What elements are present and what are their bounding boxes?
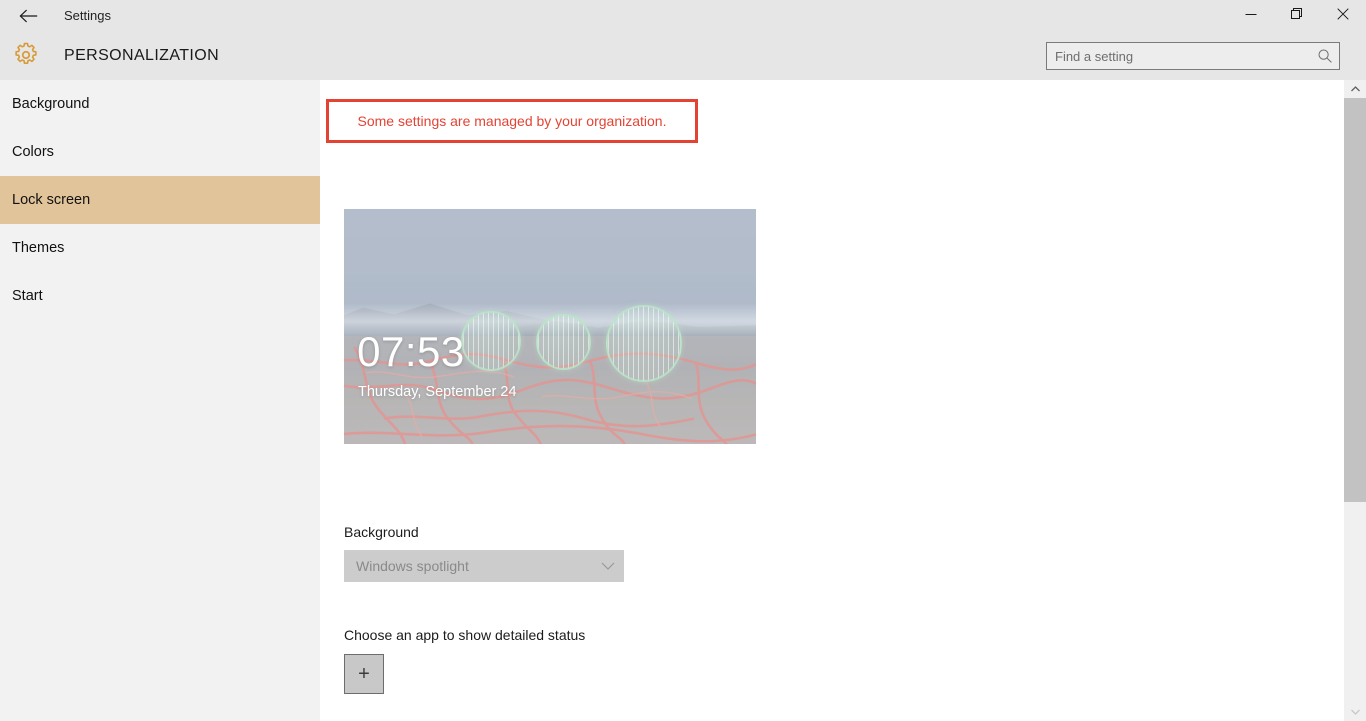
background-dropdown-value: Windows spotlight bbox=[356, 558, 469, 574]
background-field-label: Background bbox=[344, 524, 419, 540]
content-pane: Some settings are managed by your organi… bbox=[320, 80, 1344, 721]
sidebar-nav: Background Colors Lock screen Themes Sta… bbox=[0, 80, 320, 721]
scroll-down-arrow-icon[interactable] bbox=[1344, 703, 1366, 721]
preview-clock: 07:53 bbox=[357, 328, 465, 376]
sidebar-item-colors[interactable]: Colors bbox=[0, 128, 320, 176]
minimize-icon bbox=[1245, 7, 1257, 25]
sidebar-item-label: Colors bbox=[12, 144, 54, 160]
scrollbar-thumb[interactable] bbox=[1344, 98, 1366, 502]
sidebar-item-label: Start bbox=[12, 288, 43, 304]
gear-icon bbox=[10, 39, 42, 71]
sidebar-item-themes[interactable]: Themes bbox=[0, 224, 320, 272]
sidebar-item-label: Lock screen bbox=[12, 192, 91, 208]
search-box[interactable] bbox=[1046, 42, 1340, 70]
add-detailed-status-app-button[interactable]: + bbox=[344, 654, 384, 694]
sidebar-item-start[interactable]: Start bbox=[0, 272, 320, 320]
close-button[interactable] bbox=[1320, 0, 1366, 32]
plus-icon: + bbox=[358, 663, 370, 685]
scroll-up-arrow-icon[interactable] bbox=[1344, 80, 1366, 98]
restore-icon bbox=[1291, 7, 1303, 25]
window-title: Settings bbox=[64, 8, 111, 23]
window-controls bbox=[1228, 0, 1366, 32]
preview-sphere-1 bbox=[461, 311, 522, 372]
sidebar-item-background[interactable]: Background bbox=[0, 80, 320, 128]
scrollbar-track[interactable] bbox=[1344, 98, 1366, 703]
sidebar-item-lock-screen[interactable]: Lock screen bbox=[0, 176, 320, 224]
sidebar-item-label: Themes bbox=[12, 240, 65, 256]
detailed-status-tiles: + bbox=[344, 654, 384, 694]
search-icon[interactable] bbox=[1311, 43, 1339, 69]
preview-sphere-3 bbox=[605, 305, 682, 382]
detailed-status-label: Choose an app to show detailed status bbox=[344, 627, 586, 643]
settings-window: Settings PERSONALIZATION Find a setting … bbox=[0, 0, 1366, 721]
preview-date: Thursday, September 24 bbox=[358, 384, 517, 401]
title-bar: Settings bbox=[0, 0, 1366, 32]
search-input[interactable] bbox=[1047, 43, 1311, 69]
app-header: PERSONALIZATION bbox=[0, 32, 1366, 80]
preview-sphere-2 bbox=[535, 313, 592, 370]
page-title: PERSONALIZATION bbox=[64, 47, 220, 64]
close-icon bbox=[1337, 7, 1349, 25]
minimize-button[interactable] bbox=[1228, 0, 1274, 32]
chevron-down-icon bbox=[592, 550, 624, 582]
background-dropdown[interactable]: Windows spotlight bbox=[344, 550, 624, 582]
sidebar-item-label: Background bbox=[12, 96, 90, 112]
managed-by-organization-text: Some settings are managed by your organi… bbox=[357, 113, 667, 129]
restore-button[interactable] bbox=[1274, 0, 1320, 32]
lock-screen-preview[interactable]: 07:53 Thursday, September 24 bbox=[344, 209, 756, 444]
managed-by-organization-banner: Some settings are managed by your organi… bbox=[326, 99, 698, 143]
back-button[interactable] bbox=[6, 0, 50, 32]
content-scrollbar[interactable] bbox=[1344, 80, 1366, 721]
back-arrow-icon bbox=[19, 9, 38, 23]
